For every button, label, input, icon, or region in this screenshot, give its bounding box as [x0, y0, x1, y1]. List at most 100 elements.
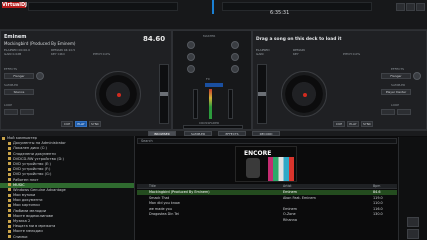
cell-artist: Eminem: [283, 190, 297, 194]
folder-icon: [8, 235, 11, 239]
deck-right-effects-label: EFFECTS: [391, 67, 405, 71]
deck-left-key: KEY C#m: [51, 52, 66, 56]
deck-left-artist: Eminem: [4, 34, 27, 40]
header-title[interactable]: Title: [149, 184, 156, 189]
mixer-eq-high-left-knob[interactable]: [187, 53, 195, 61]
cell-artist: Rihanna: [283, 218, 297, 222]
pitch-thumb[interactable]: [258, 92, 266, 96]
clock: 6:35:31: [270, 10, 290, 16]
deck-right-loop-in[interactable]: [381, 109, 395, 115]
folder-item-label: Любими мелодии: [13, 208, 47, 213]
deck-left-effect-knob[interactable]: [36, 72, 44, 80]
folder-icon: [8, 198, 11, 202]
folder-item-label: Музика 2: [13, 219, 31, 223]
deck-right-sync-button[interactable]: SYNC: [361, 121, 373, 127]
tab-effects[interactable]: EFFECTS: [218, 131, 246, 136]
mixer-fx-label: FX: [206, 77, 210, 81]
close-button[interactable]: [416, 3, 425, 11]
folder-item-label: Споделени документи: [13, 151, 56, 156]
header-artist[interactable]: Artist: [283, 184, 292, 189]
mixer-gain-right-knob[interactable]: [231, 41, 239, 49]
minimize-button[interactable]: [396, 3, 405, 11]
table-row[interactable]: Man did you know 110.0: [137, 201, 397, 206]
cell-bpm: 130.0: [373, 212, 383, 217]
deck-right-loop-out[interactable]: [397, 109, 411, 115]
cell-artist: Akon Feat. Eminem: [283, 195, 316, 200]
sidelist-remove-button[interactable]: [407, 229, 419, 239]
cell-title: we made you: [149, 206, 172, 211]
table-row[interactable]: we made you Eminem 116.0: [137, 207, 397, 212]
mixer-gain-left-knob[interactable]: [187, 41, 195, 49]
mixer: MASTER FX CROSSFADER: [172, 30, 252, 130]
header-bpm[interactable]: Bpm: [373, 184, 380, 189]
deck-left-sync-button[interactable]: SYNC: [89, 121, 101, 127]
config-button[interactable]: [406, 3, 415, 11]
folder-item[interactable]: Снимки: [0, 235, 134, 240]
folder-item-label: Нещата ми в мрежата: [13, 224, 56, 229]
tab-browser[interactable]: BROWSER: [148, 131, 176, 136]
deck-left-sampler-select[interactable]: Silence: [4, 89, 34, 95]
deck-left-bpm: 84.60: [143, 35, 166, 43]
deck-right-pitch-label: PITCH 0.0%: [343, 52, 361, 56]
waveform-left[interactable]: [28, 2, 178, 11]
folder-item-label: Моите мелодии: [13, 229, 43, 234]
folder-icon: [8, 209, 11, 213]
folder-item-label: Локален диск (C:): [13, 146, 47, 151]
deck-left-loop-label: LOOP: [4, 103, 13, 107]
folder-item-label: DVD устройство (G:): [13, 172, 52, 177]
deck-right-sampler-select[interactable]: Player Dexter: [381, 89, 411, 95]
folder-icon: [2, 136, 5, 140]
folder-icon: [8, 167, 11, 171]
deck-left-loop-in[interactable]: [4, 109, 18, 115]
folder-item-label: Мой компьютер: [7, 136, 37, 140]
folder-item-label: Windows Genuine Advantage: [13, 187, 66, 192]
folder-icon: [8, 193, 11, 197]
album-cover: ENCORE: [235, 146, 297, 182]
folder-icon: [8, 188, 11, 192]
table-row[interactable]: Smack That Akon Feat. Eminem 119.0: [137, 196, 397, 201]
deck-left-jogwheel[interactable]: [95, 71, 141, 117]
cell-title: Dragostea Din Tei: [149, 212, 179, 217]
deck-right-jogwheel[interactable]: [281, 71, 327, 117]
deck-right-key: KEY: [293, 52, 299, 56]
table-header: Title Artist Bpm: [137, 184, 397, 189]
deck-left-effect-select[interactable]: Flanger: [4, 73, 34, 79]
deck-right-pitch-slider[interactable]: [257, 64, 267, 124]
deck-right-play-button[interactable]: PLAY: [347, 121, 359, 127]
mixer-eq-mid-left-knob[interactable]: [187, 65, 195, 73]
app-logo: VirtualDJ: [2, 2, 28, 8]
folder-item-label: Моите видеоклипове: [13, 213, 54, 218]
mixer-eq-mid-right-knob[interactable]: [231, 65, 239, 73]
folder-icon: [8, 224, 11, 228]
mixer-volume-left-slider[interactable]: [193, 89, 198, 119]
deck-left-pitch-slider[interactable]: [159, 64, 169, 124]
folder-item-label: DVD устройство (E:): [13, 161, 51, 166]
table-row[interactable]: Rihanna: [137, 218, 397, 223]
deck-right-effect-select[interactable]: Flanger: [381, 73, 411, 79]
cell-artist: Eminem: [283, 206, 297, 211]
mixer-vu-meter: [209, 89, 212, 119]
tab-sampler[interactable]: SAMPLER: [184, 131, 212, 136]
table-row[interactable]: Dragostea Din Tei O-Zone 130.0: [137, 212, 397, 217]
mixer-volume-right-slider[interactable]: [228, 89, 233, 119]
pitch-thumb[interactable]: [160, 92, 168, 96]
tab-record[interactable]: RECORD: [252, 131, 280, 136]
search-input[interactable]: Search: [137, 138, 397, 144]
folder-item-label: Снимки: [13, 234, 28, 239]
mixer-crossfader[interactable]: [183, 125, 243, 129]
sidelist-add-button[interactable]: [407, 217, 419, 227]
deck-right-message: Drag a song on this deck to load it: [256, 37, 342, 42]
deck-left-cue-button[interactable]: CUE: [61, 121, 73, 127]
deck-left-loop-out[interactable]: [20, 109, 34, 115]
mixer-master-label: MASTER: [203, 34, 216, 38]
folder-icon: [8, 219, 11, 223]
deck-right-effect-knob[interactable]: [413, 72, 421, 80]
deck-left-play-button[interactable]: PLAY: [75, 121, 87, 127]
folder-item-label: Работен плот: [13, 177, 39, 182]
deck-right-cue-button[interactable]: CUE: [333, 121, 345, 127]
folder-tree: Мой компьютер Документы на Administrator Л…: [0, 136, 135, 240]
table-row[interactable]: Mockingbird (Produced By Eminem) Eminem 84…: [137, 190, 397, 196]
mixer-eq-high-right-knob[interactable]: [231, 53, 239, 61]
mixer-fx-indicator: [205, 83, 223, 87]
waveform-playhead: [212, 0, 214, 14]
